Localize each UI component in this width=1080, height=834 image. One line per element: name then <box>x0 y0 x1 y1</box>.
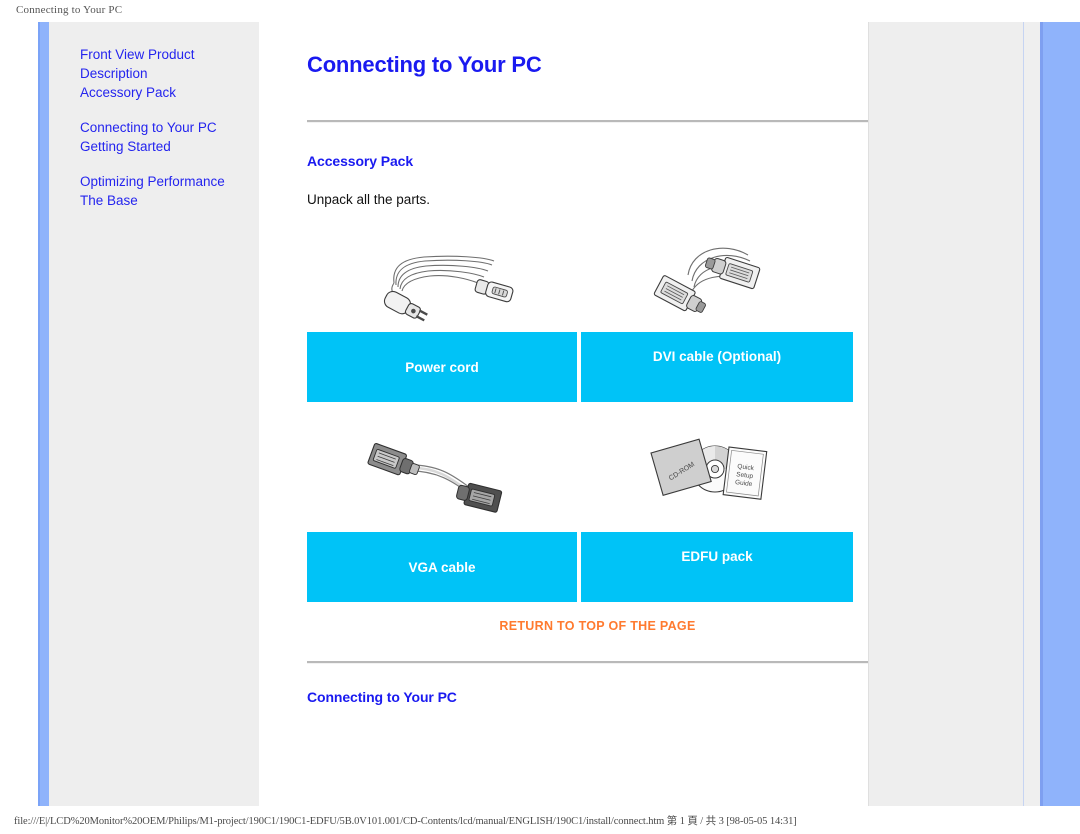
main-content: Connecting to Your PC Accessory Pack Unp… <box>259 22 888 806</box>
sidebar-item-connecting-to-your-pc[interactable]: Connecting to Your PC <box>80 118 255 137</box>
sidebar-group-2: Connecting to Your PC Getting Started <box>80 118 255 156</box>
dvi-cable-image <box>581 222 853 332</box>
accessory-label-vga-cable: VGA cable <box>307 532 577 602</box>
left-accent-bar <box>38 22 49 806</box>
power-cord-image <box>307 222 579 332</box>
right-gutter <box>1024 22 1040 806</box>
sidebar-group-1: Front View Product Description Accessory… <box>80 45 255 102</box>
accessory-grid: Power cord DVI cable (Optional) CD-ROM Q… <box>307 222 888 602</box>
vga-cable-image <box>307 422 579 532</box>
accessory-label-row-2: VGA cable EDFU pack <box>307 532 888 602</box>
sidebar-nav: Front View Product Description Accessory… <box>49 22 259 806</box>
edfu-pack-image: CD-ROM Quick Setup Guide <box>581 422 853 532</box>
section-heading-accessory-pack: Accessory Pack <box>307 153 414 169</box>
return-to-top-link[interactable]: RETURN TO TOP OF THE PAGE <box>499 619 695 633</box>
accessory-label-row-1: Power cord DVI cable (Optional) <box>307 332 888 402</box>
right-grey-panel <box>868 22 1025 806</box>
sidebar-group-3: Optimizing Performance The Base <box>80 172 255 210</box>
sidebar-nav-inner: Front View Product Description Accessory… <box>80 45 255 226</box>
page-title: Connecting to Your PC <box>307 52 542 77</box>
section-heading-connecting-to-your-pc: Connecting to Your PC <box>307 689 457 705</box>
intro-paragraph: Unpack all the parts. <box>307 192 431 207</box>
accessory-image-row-1 <box>307 222 888 332</box>
accessory-label-dvi-cable: DVI cable (Optional) <box>581 332 853 402</box>
accessory-label-edfu-pack: EDFU pack <box>581 532 853 602</box>
sidebar-item-the-base[interactable]: The Base <box>80 191 255 210</box>
accessory-label-power-cord: Power cord <box>307 332 577 402</box>
divider-bottom <box>307 661 888 664</box>
print-footer-path: file:///E|/LCD%20Monitor%20OEM/Philips/M… <box>14 816 797 827</box>
right-accent-bar <box>1040 22 1080 806</box>
sidebar-item-accessory-pack[interactable]: Accessory Pack <box>80 83 255 102</box>
sidebar-item-front-view-product-description[interactable]: Front View Product Description <box>80 45 210 83</box>
sidebar-item-optimizing-performance[interactable]: Optimizing Performance <box>80 172 255 191</box>
accessory-row-spacer <box>307 402 888 422</box>
accessory-image-row-2: CD-ROM Quick Setup Guide <box>307 422 888 532</box>
page-frame: Front View Product Description Accessory… <box>38 22 1080 806</box>
divider-top <box>307 120 888 123</box>
return-to-top-container: RETURN TO TOP OF THE PAGE <box>307 617 888 635</box>
print-header-title: Connecting to Your PC <box>16 4 123 16</box>
sidebar-item-getting-started[interactable]: Getting Started <box>80 137 255 156</box>
